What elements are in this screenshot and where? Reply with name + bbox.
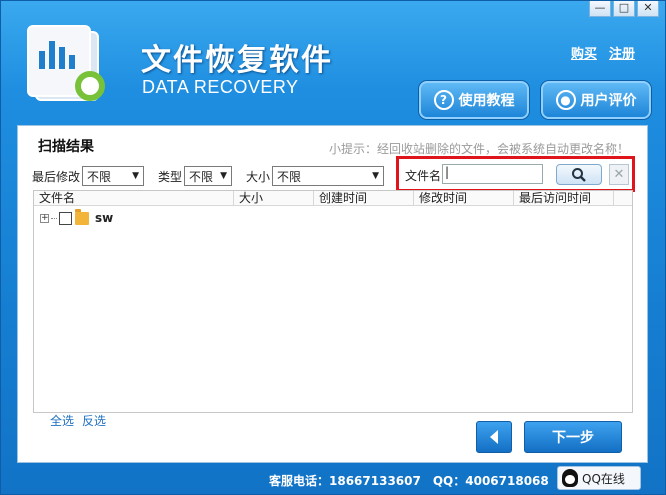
review-label: 用户评价: [580, 93, 637, 109]
results-header: 文件名 大小 创建时间 修改时间 最后访问时间: [34, 191, 632, 206]
app-window: — □ ✕ 文件恢复软件 DATA RECOVERY 购买 注册 ? 使用教程 …: [0, 0, 666, 495]
size-filter-select[interactable]: 不限 ▼: [272, 166, 385, 186]
buy-link[interactable]: 购买: [571, 43, 597, 62]
chevron-down-icon: ▼: [220, 171, 228, 181]
chevron-down-icon: ▼: [132, 171, 140, 181]
folder-icon: [75, 208, 89, 225]
modified-filter-label: 最后修改: [32, 169, 81, 184]
minimize-button[interactable]: —: [589, 1, 611, 17]
type-filter-select[interactable]: 不限 ▼: [184, 166, 233, 186]
filter-bar: 最后修改 不限 ▼ 类型 不限 ▼ 大小 不限 ▼: [32, 166, 385, 186]
expand-icon[interactable]: +: [40, 213, 49, 223]
column-header-name[interactable]: 文件名: [34, 191, 234, 205]
app-subtitle: DATA RECOVERY: [142, 77, 299, 97]
arrow-left-icon: [490, 430, 498, 444]
top-links: 购买 注册: [571, 43, 635, 62]
app-logo-icon: [17, 21, 113, 105]
column-header-created[interactable]: 创建时间: [314, 191, 414, 205]
back-button[interactable]: [476, 421, 512, 453]
review-button[interactable]: ● 用户评价: [541, 81, 651, 119]
tutorial-button[interactable]: ? 使用教程: [419, 81, 529, 119]
service-phone: 客服电话：18667133607: [269, 474, 421, 488]
register-link[interactable]: 注册: [609, 43, 635, 62]
next-button[interactable]: 下一步: [524, 421, 622, 453]
close-button[interactable]: ✕: [637, 1, 659, 17]
footer-contact: 客服电话：18667133607 QQ：4006718068: [269, 472, 549, 489]
column-header-modified[interactable]: 修改时间: [414, 191, 514, 205]
tutorial-label: 使用教程: [458, 93, 515, 109]
invert-selection-link[interactable]: 反选: [82, 412, 106, 429]
window-controls: — □ ✕: [589, 1, 659, 17]
search-button[interactable]: [556, 164, 602, 185]
app-title: 文件恢复软件: [141, 43, 333, 78]
column-header-accessed[interactable]: 最后访问时间: [514, 191, 614, 205]
filename-search-group: 文件名 | ✕: [396, 156, 635, 192]
tip-text: 小提示：经回收站删除的文件，会被系统自动更改名称！: [328, 142, 629, 156]
qq-number: QQ：4006718068: [432, 474, 549, 488]
qq-online-label: QQ在线: [582, 471, 625, 486]
selection-links: 全选 反选: [50, 412, 106, 429]
column-header-size[interactable]: 大小: [234, 191, 314, 205]
row-checkbox[interactable]: [59, 211, 72, 225]
select-all-link[interactable]: 全选: [50, 412, 74, 429]
scan-results-panel: 扫描结果 小提示：经回收站删除的文件，会被系统自动更改名称！ 最后修改 不限 ▼…: [17, 125, 648, 463]
filename-search-label: 文件名: [405, 169, 442, 183]
type-filter-label: 类型: [158, 169, 183, 184]
qq-online-button[interactable]: QQ在线: [557, 466, 641, 490]
results-list: 文件名 大小 创建时间 修改时间 最后访问时间 + sw: [33, 190, 633, 413]
clear-search-button[interactable]: ✕: [609, 164, 629, 185]
row-name: sw: [95, 211, 114, 225]
help-icon: ?: [433, 90, 454, 110]
size-filter-label: 大小: [246, 169, 271, 184]
chevron-down-icon: ▼: [372, 171, 380, 181]
modified-filter-select[interactable]: 不限 ▼: [82, 166, 145, 186]
list-item[interactable]: + sw: [34, 208, 632, 228]
restore-button[interactable]: □: [613, 1, 635, 17]
qq-penguin-icon: [562, 469, 578, 487]
search-icon: [572, 167, 586, 182]
filename-search-input[interactable]: |: [442, 164, 543, 184]
panel-title: 扫描结果: [38, 139, 94, 155]
user-icon: ●: [555, 90, 576, 110]
